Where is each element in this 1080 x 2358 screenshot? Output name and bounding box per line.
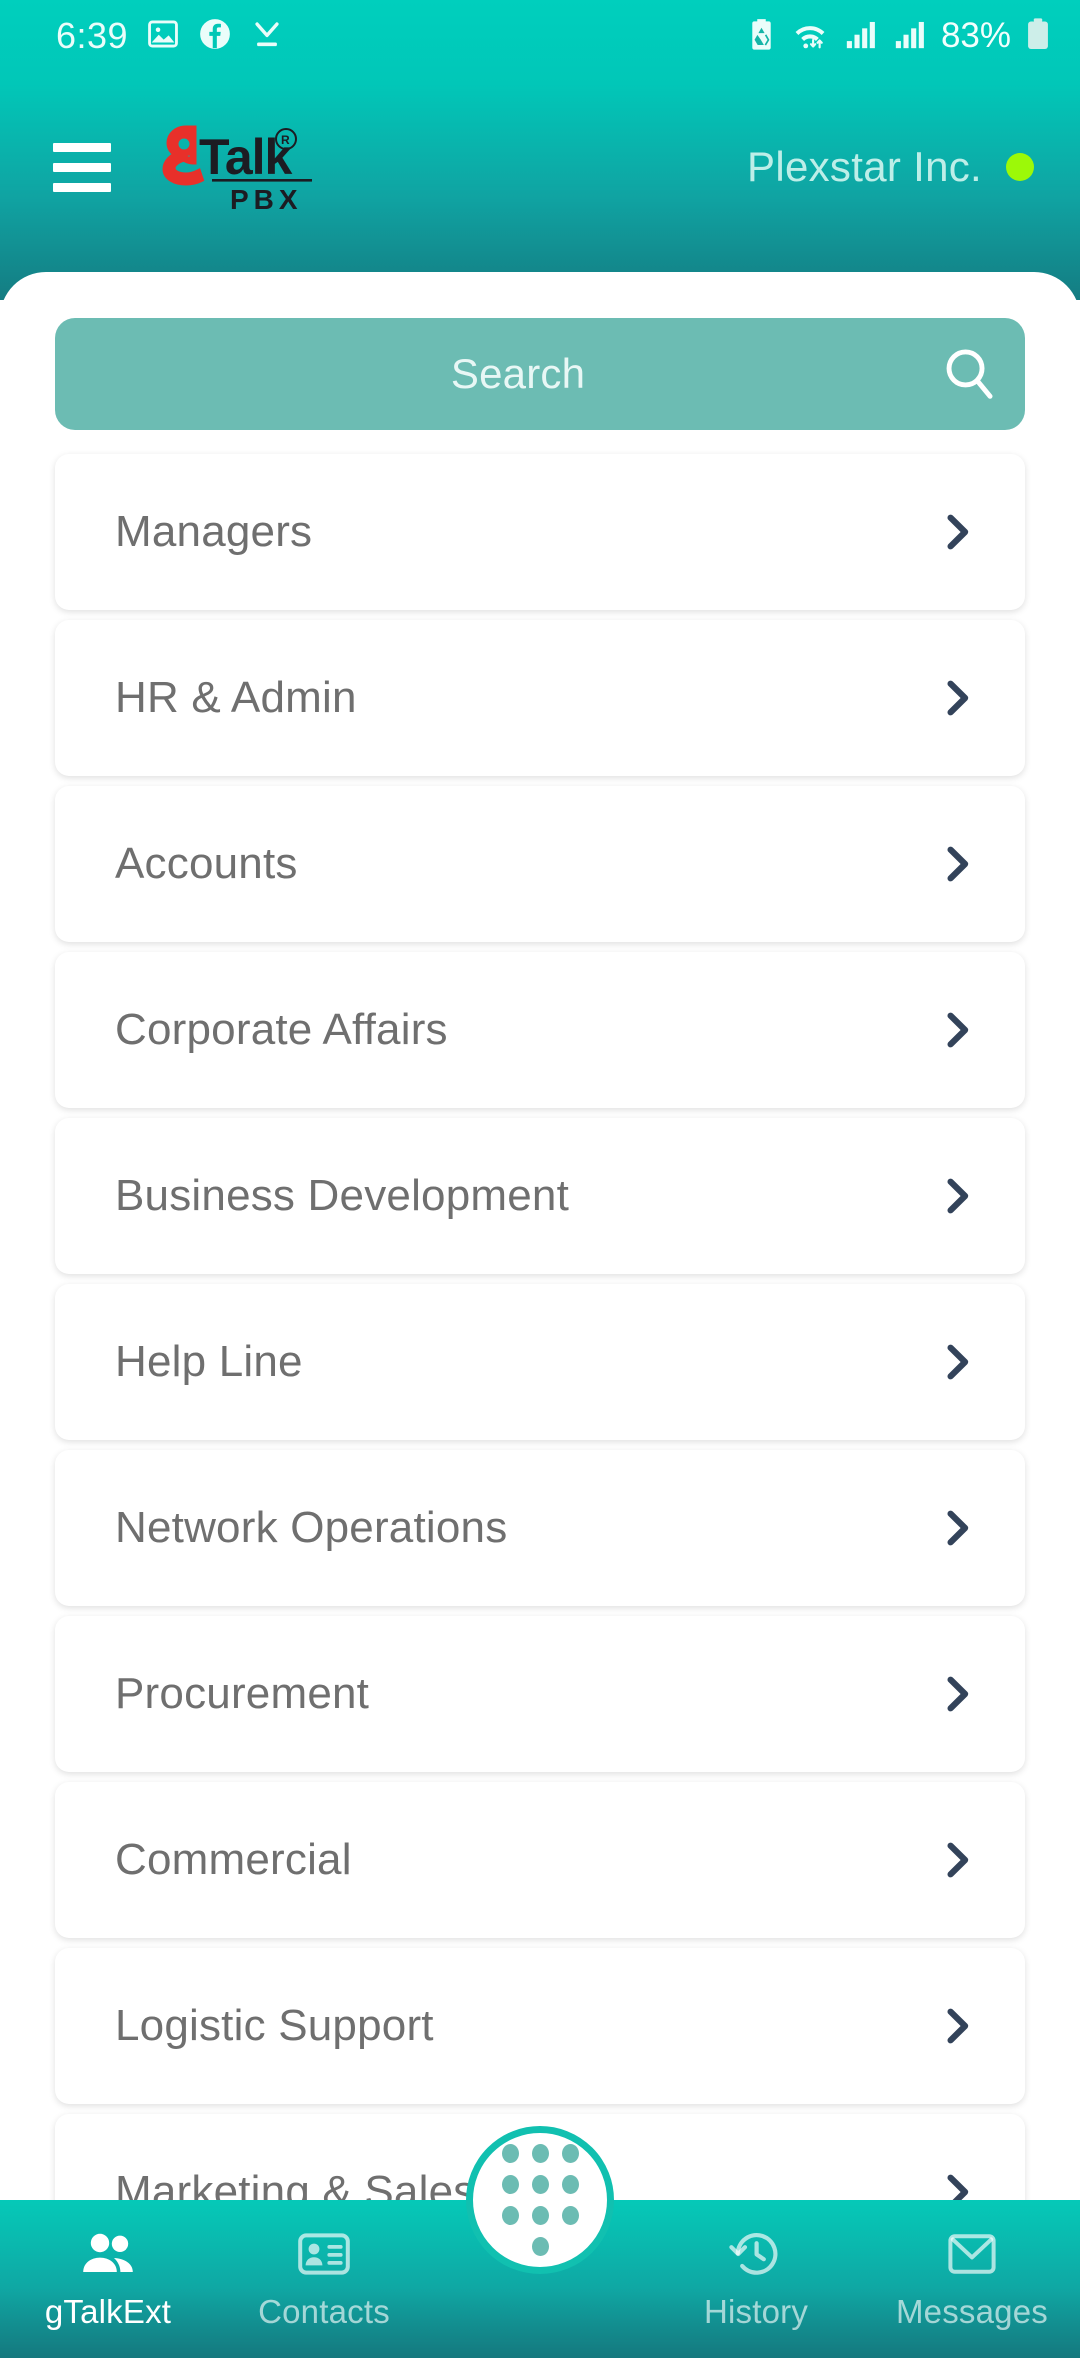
chevron-right-icon[interactable] <box>935 1838 979 1882</box>
chevron-right-icon[interactable] <box>935 510 979 554</box>
department-label: Corporate Affairs <box>115 1005 448 1054</box>
search-icon[interactable] <box>915 345 1025 403</box>
department-row[interactable]: Help Line <box>55 1284 1025 1440</box>
department-row[interactable]: HR & Admin <box>55 620 1025 776</box>
dialpad-button[interactable] <box>466 2126 614 2274</box>
online-status-dot <box>1006 153 1034 181</box>
department-list: Managers HR & Admin Accounts Corporate Affa… <box>55 454 1025 2270</box>
app-screen: 6:39 83% Talk R PBX Plexstar Inc. Search… <box>0 0 1080 2358</box>
status-bar-right: 83% <box>746 16 1052 56</box>
company-name: Plexstar Inc. <box>747 143 982 190</box>
nav-item-contacts[interactable]: Contacts <box>216 2200 432 2358</box>
history-clock-icon <box>729 2227 783 2281</box>
status-bar-left: 6:39 <box>56 15 284 57</box>
department-row[interactable]: Business Development <box>55 1118 1025 1274</box>
battery-saver-icon <box>746 17 777 56</box>
chevron-right-icon[interactable] <box>935 1506 979 1550</box>
svg-text:Talk: Talk <box>199 129 293 185</box>
svg-text:PBX: PBX <box>230 184 303 215</box>
chevron-right-icon[interactable] <box>935 676 979 720</box>
photo-icon <box>146 17 180 56</box>
department-row[interactable]: Managers <box>55 454 1025 610</box>
battery-icon <box>1024 17 1052 56</box>
department-label: Help Line <box>115 1337 303 1386</box>
status-time: 6:39 <box>56 15 129 56</box>
chevron-right-icon[interactable] <box>935 842 979 886</box>
chevron-right-icon[interactable] <box>935 1340 979 1384</box>
envelope-icon <box>946 2227 998 2281</box>
department-row[interactable]: Procurement <box>55 1616 1025 1772</box>
department-row[interactable]: Corporate Affairs <box>55 952 1025 1108</box>
department-label: Network Operations <box>115 1503 508 1552</box>
nav-label-history: History <box>703 2293 809 2330</box>
department-label: Commercial <box>115 1835 352 1884</box>
department-row[interactable]: Network Operations <box>55 1450 1025 1606</box>
nav-label-gtalkext: gTalkExt <box>44 2293 172 2330</box>
signal-sim1-icon <box>843 17 879 56</box>
contact-card-icon <box>297 2227 351 2281</box>
nav-item-gtalkext[interactable]: gTalkExt <box>0 2200 216 2358</box>
department-label: HR & Admin <box>115 673 357 722</box>
wifi-icon <box>790 17 830 56</box>
nav-label-contacts: Contacts <box>258 2293 390 2330</box>
status-bar: 6:39 83% <box>0 0 1080 72</box>
chevron-right-icon[interactable] <box>935 1672 979 1716</box>
signal-sim2-icon <box>892 17 928 56</box>
search-input[interactable]: Search <box>55 318 1025 430</box>
company-indicator[interactable]: Plexstar Inc. <box>747 143 1050 191</box>
people-icon <box>80 2227 136 2281</box>
department-label: Logistic Support <box>115 2001 434 2050</box>
department-label: Managers <box>115 507 313 556</box>
department-row[interactable]: Logistic Support <box>55 1948 1025 2104</box>
battery-percent: 83% <box>940 16 1011 55</box>
nav-label-messages: Messages <box>895 2293 1048 2330</box>
department-label: Accounts <box>115 839 298 888</box>
chevron-right-icon[interactable] <box>935 1008 979 1052</box>
facebook-icon <box>198 17 232 56</box>
app-bar: Talk R PBX Plexstar Inc. <box>0 72 1080 262</box>
gtalk-pbx-logo: Talk R PBX <box>152 119 327 215</box>
department-label: Procurement <box>115 1669 370 1718</box>
content-sheet: Search Managers HR & Admin Accounts Corpora… <box>0 272 1080 2270</box>
chevron-right-icon[interactable] <box>935 1174 979 1218</box>
hamburger-menu-icon[interactable] <box>40 125 124 209</box>
department-label: Business Development <box>115 1171 570 1220</box>
nav-item-messages[interactable]: Messages <box>864 2200 1080 2358</box>
search-placeholder: Search <box>450 350 586 397</box>
download-complete-icon <box>250 17 284 56</box>
department-row[interactable]: Accounts <box>55 786 1025 942</box>
chevron-right-icon[interactable] <box>935 2004 979 2048</box>
svg-text:R: R <box>281 133 290 147</box>
department-row[interactable]: Commercial <box>55 1782 1025 1938</box>
dialpad-icon <box>501 2144 579 2256</box>
bottom-navigation: gTalkExt Contacts History Messages <box>0 2126 1080 2358</box>
nav-item-history[interactable]: History <box>648 2200 864 2358</box>
